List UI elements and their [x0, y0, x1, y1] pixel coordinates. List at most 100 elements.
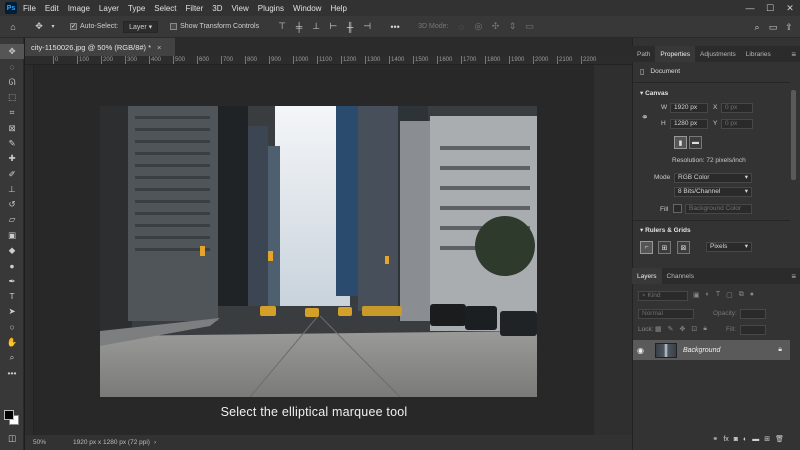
link-layers-icon[interactable]: ⚭ — [712, 435, 718, 443]
tab-libraries[interactable]: Libraries — [741, 46, 776, 62]
width-field[interactable]: 1920 px — [670, 103, 708, 113]
panel-menu-icon[interactable]: ≡ — [791, 46, 800, 62]
lasso-tool-icon[interactable]: ᘏ — [0, 75, 24, 90]
lock-pixels-icon[interactable]: ✎ — [668, 325, 674, 333]
frame-tool-icon[interactable]: ⊠ — [0, 120, 24, 135]
home-icon[interactable]: ⌂ — [6, 20, 20, 34]
menu-plugins[interactable]: Plugins — [258, 4, 284, 13]
eraser-tool-icon[interactable]: ▱ — [0, 212, 24, 227]
maximize-button[interactable]: ☐ — [760, 3, 780, 14]
x-field[interactable]: 0 px — [721, 103, 753, 113]
align-middle-icon[interactable]: ╪ — [292, 20, 306, 34]
delete-layer-icon[interactable]: 🗑︎ — [775, 435, 784, 443]
menu-filter[interactable]: Filter — [186, 4, 204, 13]
close-tab-icon[interactable]: × — [157, 43, 161, 52]
zoom-tool-icon[interactable]: ⌕ — [0, 350, 24, 365]
eyedropper-tool-icon[interactable]: ✎ — [0, 136, 24, 151]
menu-select[interactable]: Select — [154, 4, 176, 13]
portrait-orientation-icon[interactable]: ▮ — [674, 136, 687, 149]
opacity-field[interactable] — [740, 309, 766, 319]
tab-channels[interactable]: Channels — [662, 268, 699, 284]
rulers-grids-section-heading[interactable]: ▾ Rulers & Grids — [640, 226, 691, 234]
chevron-right-icon[interactable]: › — [154, 439, 156, 446]
menu-file[interactable]: File — [23, 4, 36, 13]
adjustment-filter-icon[interactable]: ◐ — [706, 291, 710, 299]
type-tool-icon[interactable]: T — [0, 289, 24, 304]
blur-tool-icon[interactable]: ◆ — [0, 243, 24, 258]
align-right-icon[interactable]: ⊣ — [360, 20, 374, 34]
fill-opacity-field[interactable] — [740, 325, 766, 335]
more-options-icon[interactable]: ••• — [388, 20, 402, 34]
quick-mask-icon[interactable]: ◫ — [0, 431, 24, 446]
hand-tool-icon[interactable]: ✋ — [0, 335, 24, 350]
clone-stamp-tool-icon[interactable]: ⊥ — [0, 182, 24, 197]
layer-style-icon[interactable]: fx — [723, 436, 728, 443]
more-tools-icon[interactable]: ••• — [0, 365, 24, 380]
shape-filter-icon[interactable]: ▢ — [726, 291, 733, 299]
panel-menu-icon[interactable]: ≡ — [791, 268, 800, 284]
auto-select-target-dropdown[interactable]: Layer ▾ — [123, 20, 159, 33]
tab-path[interactable]: Path — [632, 46, 655, 62]
pixel-filter-icon[interactable]: ▣ — [693, 291, 700, 299]
move-tool-icon[interactable]: ✥ — [0, 44, 24, 60]
fill-dropdown[interactable]: Background Color — [685, 204, 752, 214]
gradient-tool-icon[interactable]: ▣ — [0, 228, 24, 243]
path-selection-tool-icon[interactable]: ➤ — [0, 304, 24, 319]
layer-kind-filter[interactable]: ⌕ Kind — [638, 291, 688, 301]
landscape-orientation-icon[interactable]: ▬ — [689, 136, 702, 149]
align-left-icon[interactable]: ⊢ — [326, 20, 340, 34]
height-field[interactable]: 1280 px — [670, 119, 708, 129]
document-tab[interactable]: city-1150026.jpg @ 50% (RGB/8#) * × — [25, 38, 175, 56]
y-field[interactable]: 0 px — [721, 119, 753, 129]
orbit-3d-icon[interactable]: ◌ — [454, 20, 468, 34]
link-icon[interactable]: ⚭ — [641, 112, 649, 123]
type-filter-icon[interactable]: T — [716, 291, 720, 299]
brush-tool-icon[interactable]: ✐ — [0, 166, 24, 181]
healing-brush-tool-icon[interactable]: ✚ — [0, 151, 24, 166]
lock-position-icon[interactable]: ✥ — [680, 325, 686, 333]
tab-properties[interactable]: Properties — [655, 46, 695, 62]
menu-type[interactable]: Type — [128, 4, 145, 13]
filter-toggle-icon[interactable]: ● — [750, 291, 754, 299]
show-transform-checkbox[interactable]: Show Transform Controls — [170, 23, 259, 30]
menu-image[interactable]: Image — [68, 4, 90, 13]
move-tool-icon[interactable]: ✥ — [32, 20, 46, 34]
lock-all-icon[interactable]: 🔒︎ — [703, 325, 707, 333]
add-mask-icon[interactable]: ◙ — [734, 436, 738, 443]
canvas-image[interactable] — [100, 106, 537, 397]
guides-toggle-icon[interactable]: ⊠ — [677, 241, 690, 254]
roll-3d-icon[interactable]: ◎ — [471, 20, 485, 34]
align-center-icon[interactable]: ╫ — [343, 20, 357, 34]
slide-3d-icon[interactable]: ⇕ — [505, 20, 519, 34]
canvas-section-heading[interactable]: ▾ Canvas — [640, 89, 668, 97]
menu-view[interactable]: View — [232, 4, 249, 13]
layer-name[interactable]: Background — [683, 347, 720, 354]
align-bottom-icon[interactable]: ⊥ — [309, 20, 323, 34]
drag-3d-icon[interactable]: ✣ — [488, 20, 502, 34]
lock-artboard-icon[interactable]: ⊡ — [691, 325, 697, 333]
menu-3d[interactable]: 3D — [212, 4, 222, 13]
smart-object-filter-icon[interactable]: ⧉ — [739, 291, 744, 299]
lock-transparent-icon[interactable]: ▦ — [655, 325, 662, 333]
history-brush-tool-icon[interactable]: ↺ — [0, 197, 24, 212]
dodge-tool-icon[interactable]: ● — [0, 258, 24, 273]
chevron-down-icon[interactable]: ▾ — [46, 20, 60, 34]
ruler-units-dropdown[interactable]: Pixels ▾ — [706, 242, 752, 252]
scale-3d-icon[interactable]: ▭ — [522, 20, 536, 34]
document-scroll-area[interactable] — [594, 65, 632, 435]
align-top-icon[interactable]: ⊤ — [275, 20, 289, 34]
pen-tool-icon[interactable]: ✒ — [0, 273, 24, 288]
menu-layer[interactable]: Layer — [99, 4, 119, 13]
tab-layers[interactable]: Layers — [632, 268, 662, 284]
tab-adjustments[interactable]: Adjustments — [695, 46, 741, 62]
blend-mode-dropdown[interactable]: Normal — [638, 309, 694, 319]
close-window-button[interactable]: ✕ — [780, 3, 800, 14]
new-group-icon[interactable]: ▬ — [752, 436, 759, 443]
fill-swatch[interactable] — [673, 204, 682, 213]
crop-tool-icon[interactable]: ⌗ — [0, 105, 24, 120]
new-adjustment-icon[interactable]: ◐ — [743, 436, 747, 443]
mode-dropdown[interactable]: RGB Color ▾ — [674, 173, 752, 183]
ellipse-shape-tool-icon[interactable]: ○ — [0, 319, 24, 334]
new-layer-icon[interactable]: ⊞ — [764, 435, 770, 443]
menu-help[interactable]: Help — [330, 4, 346, 13]
